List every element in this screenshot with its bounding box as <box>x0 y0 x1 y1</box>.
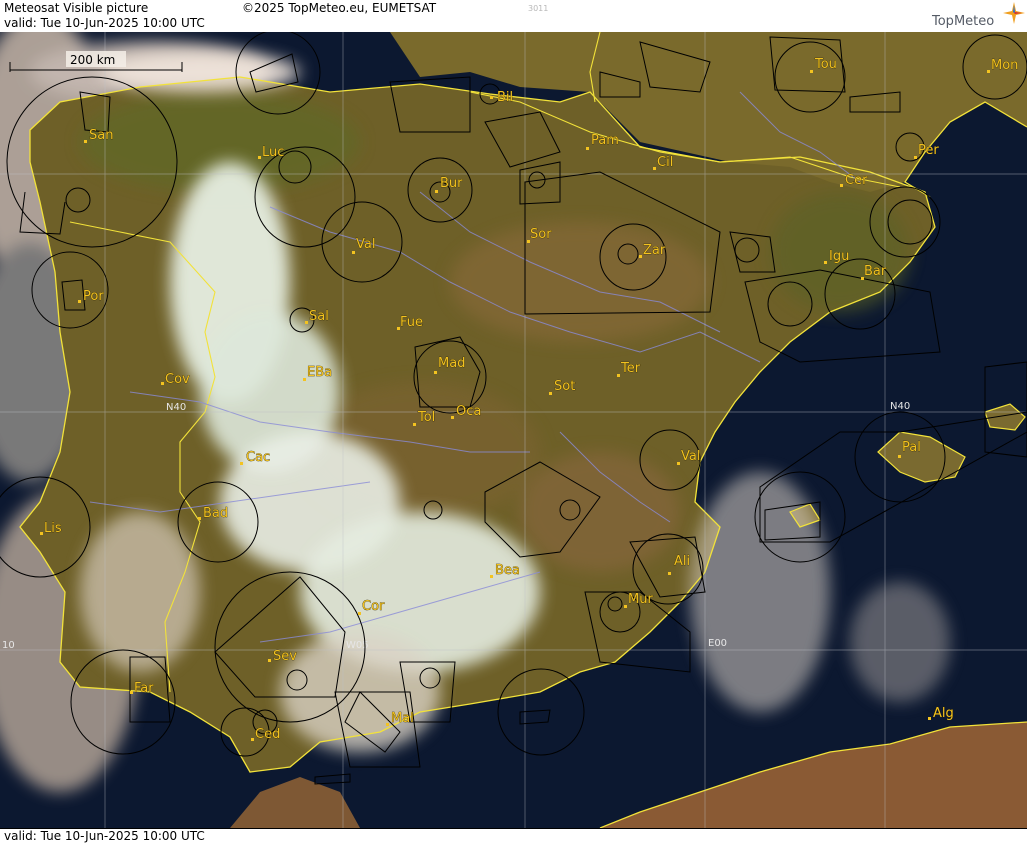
svg-text:Sal: Sal <box>309 309 329 324</box>
svg-text:Mal: Mal <box>391 711 414 726</box>
satellite-map[interactable]: N40 N40 W05 E00 10 200 km San Bil Luc Pa… <box>0 32 1027 828</box>
svg-text:Fue: Fue <box>400 315 423 330</box>
map-title: Meteosat Visible picture <box>4 1 149 15</box>
city-san[interactable]: San <box>84 128 114 143</box>
svg-text:Per: Per <box>918 143 939 158</box>
scale-label: 200 km <box>70 53 115 67</box>
svg-text:Oca: Oca <box>456 404 481 419</box>
svg-text:Luc: Luc <box>262 145 284 160</box>
map-footer: valid: Tue 10-Jun-2025 10:00 UTC <box>0 828 1027 843</box>
svg-text:Cov: Cov <box>165 372 190 387</box>
grid-label-n40-west: N40 <box>166 402 186 413</box>
svg-text:Bar: Bar <box>864 264 887 279</box>
svg-text:Cor: Cor <box>362 599 385 614</box>
city-mal[interactable]: Mal <box>386 711 414 726</box>
city-mur[interactable]: Mur <box>624 592 654 608</box>
svg-text:Tou: Tou <box>814 57 837 72</box>
city-bad[interactable]: Bad <box>198 506 228 521</box>
svg-text:Val: Val <box>681 449 700 464</box>
city-oca[interactable]: Oca <box>451 404 482 419</box>
valid-time: valid: Tue 10-Jun-2025 10:00 UTC <box>4 16 205 30</box>
city-cil[interactable]: Cil <box>653 155 674 170</box>
grid-label-e00: E00 <box>708 638 727 649</box>
svg-text:Cil: Cil <box>657 155 673 170</box>
city-cer[interactable]: Cer <box>840 173 868 188</box>
svg-text:Mur: Mur <box>628 592 653 607</box>
svg-text:Far: Far <box>134 681 154 696</box>
svg-text:Val: Val <box>356 237 375 252</box>
copyright: ©2025 TopMeteo.eu, EUMETSAT <box>242 1 437 15</box>
svg-text:Lis: Lis <box>44 521 62 536</box>
svg-text:Cac: Cac <box>246 450 270 465</box>
city-sor[interactable]: Sor <box>527 227 553 243</box>
svg-text:Bad: Bad <box>203 506 228 521</box>
map-header: Meteosat Visible picture valid: Tue 10-J… <box>0 0 1027 32</box>
topmeteo-logo-icon[interactable] <box>1003 2 1025 24</box>
city-far[interactable]: Far <box>130 681 155 696</box>
city-zar[interactable]: Zar <box>639 243 666 258</box>
city-val-north[interactable]: Val <box>352 237 376 254</box>
svg-text:Mon: Mon <box>991 58 1018 73</box>
svg-text:Ced: Ced <box>255 727 280 742</box>
city-lis[interactable]: Lis <box>40 521 62 536</box>
city-per[interactable]: Per <box>914 143 940 159</box>
svg-text:Mad: Mad <box>438 356 465 371</box>
city-val-east[interactable]: Val <box>677 449 701 465</box>
svg-text:Sot: Sot <box>554 379 575 394</box>
svg-text:Bur: Bur <box>440 176 463 191</box>
city-tou[interactable]: Tou <box>810 57 837 73</box>
svg-text:Sev: Sev <box>273 649 297 664</box>
city-bur[interactable]: Bur <box>435 176 463 193</box>
svg-text:Ter: Ter <box>620 361 641 376</box>
svg-text:Pal: Pal <box>902 440 921 455</box>
svg-text:Bea: Bea <box>495 563 520 578</box>
svg-text:Igu: Igu <box>829 249 849 264</box>
svg-text:Cer: Cer <box>845 173 868 188</box>
city-cov[interactable]: Cov <box>161 372 190 387</box>
grid-label-n40-east: N40 <box>890 401 910 412</box>
footer-valid-time: valid: Tue 10-Jun-2025 10:00 UTC <box>4 829 205 843</box>
brand-name[interactable]: TopMeteo <box>932 14 994 29</box>
svg-text:San: San <box>89 128 113 143</box>
city-fue[interactable]: Fue <box>397 315 423 330</box>
svg-text:Alg: Alg <box>933 706 954 721</box>
grid-label-w10: 10 <box>2 640 15 651</box>
city-ced[interactable]: Ced <box>251 727 281 742</box>
svg-text:Zar: Zar <box>643 243 666 258</box>
svg-text:Sor: Sor <box>530 227 552 242</box>
svg-text:EBa: EBa <box>307 365 332 380</box>
city-bar[interactable]: Bar <box>861 264 887 280</box>
city-eba[interactable]: EBa <box>303 365 332 381</box>
svg-text:Bil: Bil <box>497 90 513 105</box>
svg-text:Pam: Pam <box>591 133 619 148</box>
city-bea[interactable]: Bea <box>490 563 520 578</box>
image-code: 3011 <box>528 4 549 13</box>
svg-text:Tol: Tol <box>417 410 435 425</box>
city-pam[interactable]: Pam <box>586 133 619 150</box>
city-mon[interactable]: Mon <box>987 58 1019 73</box>
city-luc[interactable]: Luc <box>258 145 285 160</box>
city-sal[interactable]: Sal <box>305 309 329 324</box>
city-ter[interactable]: Ter <box>617 361 641 377</box>
svg-text:Por: Por <box>83 289 104 304</box>
city-sev[interactable]: Sev <box>268 649 298 664</box>
svg-text:Ali: Ali <box>674 554 690 569</box>
city-cor[interactable]: Cor <box>358 599 385 615</box>
